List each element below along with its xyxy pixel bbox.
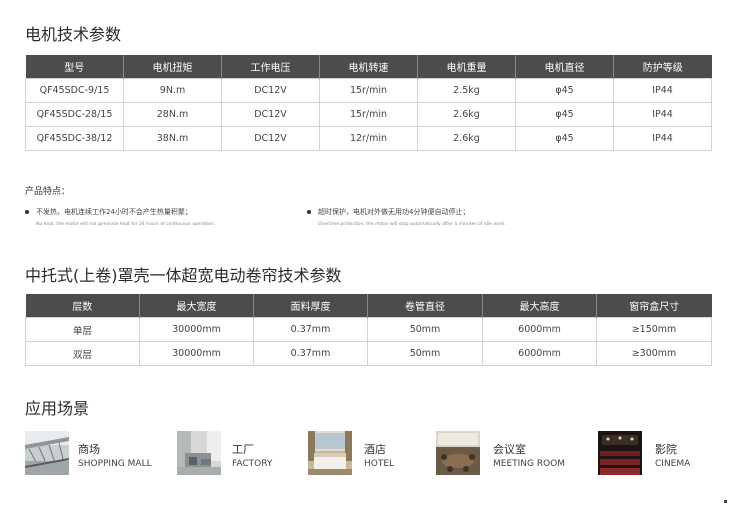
feature-item: 不发热，电机连续工作24小时不会产生热量积聚； No heat, the mot… [25,207,216,227]
corner-mark [724,500,727,503]
table-row: 双层 30000mm 0.37mm 50mm 6000mm ≥300mm [25,341,712,366]
table-cell: IP44 [613,102,712,127]
feature-text-en: Overtime protection, the motor will stop… [318,222,506,227]
table-cell: φ45 [515,78,614,103]
table-cell: 30000mm [139,317,254,342]
header-torque: 电机扭矩 [123,55,222,79]
motor-specs-table: 型号 电机扭矩 工作电压 电机转速 电机重量 电机直径 防护等级 QF45SDC… [25,55,712,151]
table-cell: 6000mm [482,341,597,366]
table-cell: DC12V [221,102,320,127]
header-max-width: 最大宽度 [139,294,254,318]
header-max-height: 最大高度 [482,294,597,318]
table-cell: 双层 [25,341,140,366]
scene-label-en: MEETING ROOM [493,459,566,469]
table-cell: 15r/min [319,102,418,127]
applications-title: 应用场景 [25,399,90,418]
table-header-row: 层数 最大宽度 面料厚度 卷管直径 最大高度 窗帘盒尺寸 [25,294,712,318]
header-voltage: 工作电压 [221,55,320,79]
scene-label-cn: 商场 [78,443,100,456]
features-heading: 产品特点： [25,187,71,197]
application-scenes: 商场 SHOPPING MALL 工厂 FACTORY 酒店 HOTEL 会议室… [25,431,715,479]
table-row: QF45SDC-38/12 38N.m DC12V 12r/min 2.6kg … [25,126,712,151]
header-tube-diameter: 卷管直径 [367,294,483,318]
table-cell: DC12V [221,78,320,103]
bullet-icon [25,210,29,214]
table-header-row: 型号 电机扭矩 工作电压 电机转速 电机重量 电机直径 防护等级 [25,55,712,79]
table-cell: 12r/min [319,126,418,151]
table-cell: 9N.m [123,78,222,103]
table-row: QF45SDC-28/15 28N.m DC12V 15r/min 2.6kg … [25,102,712,127]
table-cell: QF45SDC-9/15 [25,78,124,103]
table-row: 单层 30000mm 0.37mm 50mm 6000mm ≥150mm [25,317,712,342]
meeting-room-photo [436,431,480,475]
table-cell: φ45 [515,126,614,151]
curtain-specs-title: 中托式(上卷)罩壳一体超宽电动卷帘技术参数 [25,266,342,285]
feature-text-cn: 不发热，电机连续工作24小时不会产生热量积聚； [36,208,192,216]
table-cell: φ45 [515,102,614,127]
header-box-size: 窗帘盒尺寸 [596,294,712,318]
header-model: 型号 [25,55,124,79]
table-cell: 30000mm [139,341,254,366]
table-cell: 28N.m [123,102,222,127]
scene-label-en: SHOPPING MALL [78,459,152,469]
table-row: QF45SDC-9/15 9N.m DC12V 15r/min 2.5kg φ4… [25,78,712,103]
table-cell: 50mm [367,341,483,366]
curtain-specs-table: 层数 最大宽度 面料厚度 卷管直径 最大高度 窗帘盒尺寸 单层 30000mm … [25,294,712,366]
table-cell: 50mm [367,317,483,342]
table-cell: IP44 [613,126,712,151]
table-cell: DC12V [221,126,320,151]
feature-text-cn: 超时保护，电机对外做无用功4分钟便自动停止； [318,208,470,216]
shopping-mall-photo [25,431,69,475]
header-protection: 防护等级 [613,55,712,79]
header-fabric-thickness: 面料厚度 [253,294,368,318]
feature-text-en: No heat, the motor will not generate hea… [36,222,216,227]
header-layers: 层数 [25,294,140,318]
table-cell: 2.6kg [417,102,516,127]
table-cell: 单层 [25,317,140,342]
table-cell: 2.6kg [417,126,516,151]
table-cell: 15r/min [319,78,418,103]
table-cell: ≥150mm [596,317,712,342]
scene-label-en: CINEMA [655,459,691,469]
feature-item: 超时保护，电机对外做无用功4分钟便自动停止； Overtime protecti… [307,207,506,227]
table-cell: 2.5kg [417,78,516,103]
table-cell: 0.37mm [253,341,368,366]
scene-label-en: HOTEL [364,459,395,469]
cinema-photo [598,431,642,475]
bullet-icon [307,210,311,214]
table-cell: 0.37mm [253,317,368,342]
factory-photo [177,431,221,475]
table-cell: IP44 [613,78,712,103]
scene-label-cn: 工厂 [232,443,254,456]
scene-label-cn: 酒店 [364,443,386,456]
hotel-photo [308,431,352,475]
scene-label-cn: 会议室 [493,443,526,456]
table-cell: 38N.m [123,126,222,151]
table-cell: ≥300mm [596,341,712,366]
scene-label-en: FACTORY [232,459,273,469]
header-weight: 电机重量 [417,55,516,79]
motor-specs-title: 电机技术参数 [25,25,122,44]
table-cell: 6000mm [482,317,597,342]
header-speed: 电机转速 [319,55,418,79]
scene-label-cn: 影院 [655,443,677,456]
header-diameter: 电机直径 [515,55,614,79]
table-cell: QF45SDC-38/12 [25,126,124,151]
table-cell: QF45SDC-28/15 [25,102,124,127]
